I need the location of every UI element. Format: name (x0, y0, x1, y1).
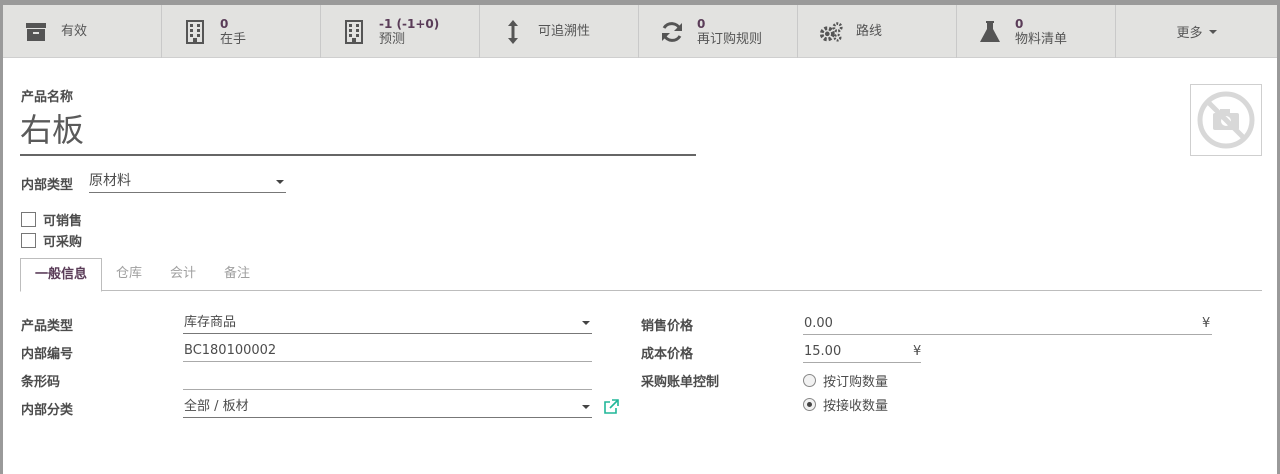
refresh-icon (659, 19, 685, 45)
archive-icon (23, 19, 49, 45)
reorder-count: 0 (697, 16, 706, 31)
traceability-button[interactable]: 可追溯性 (480, 5, 639, 58)
vertical-arrows-icon (500, 19, 526, 45)
active-button[interactable]: 有效 (3, 5, 162, 58)
internal-type-value: 原材料 (89, 173, 131, 189)
on-hand-count: 0 (220, 16, 229, 31)
routes-button[interactable]: 路线 (798, 5, 957, 58)
notebook-tabs: 一般信息 仓库 会计 备注 (20, 258, 1262, 292)
routes-label: 路线 (856, 23, 883, 39)
can-be-sold-label: 可销售 (43, 214, 83, 229)
more-button[interactable]: 更多 (1116, 5, 1277, 58)
sale-price-label: 销售价格 (641, 319, 694, 334)
can-be-purchased-label: 可采购 (43, 235, 83, 250)
bill-control-label: 采购账单控制 (641, 375, 720, 390)
product-name-input[interactable]: 右板 (20, 106, 696, 156)
internal-ref-input[interactable]: BC180100002 (183, 340, 592, 362)
sale-price-currency: ¥ (1202, 316, 1211, 331)
category-value: 全部 / 板材 (184, 399, 249, 414)
bom-label: 物料清单 (1015, 31, 1068, 47)
building-icon (341, 19, 367, 45)
bill-control-option-ordered[interactable]: 按订购数量 (803, 371, 888, 390)
internal-type-select[interactable]: 原材料 (89, 171, 286, 193)
radio-ordered[interactable] (803, 374, 816, 387)
bom-button[interactable]: 0 物料清单 (957, 5, 1116, 58)
barcode-label: 条形码 (21, 375, 61, 390)
forecast-button[interactable]: -1 (-1+0) 预测 (321, 5, 480, 58)
active-label: 有效 (61, 23, 88, 39)
tab-warehouse[interactable]: 仓库 (102, 258, 156, 290)
forecast-label: 预测 (379, 31, 406, 47)
tab-accounting[interactable]: 会计 (156, 258, 210, 290)
can-be-sold-row: 可销售 (21, 210, 82, 229)
on-hand-button[interactable]: 0 在手 (162, 5, 321, 58)
bom-count: 0 (1015, 16, 1024, 31)
product-type-select[interactable]: 库存商品 (183, 312, 592, 334)
sale-price-value: 0.00 (804, 316, 833, 331)
dropdown-arrow-icon (582, 405, 590, 409)
category-label: 内部分类 (21, 403, 74, 418)
barcode-input[interactable] (183, 368, 592, 390)
caret-down-icon (1208, 29, 1217, 34)
cost-currency: ¥ (913, 344, 922, 359)
forecast-count: -1 (-1+0) (379, 16, 440, 31)
category-select[interactable]: 全部 / 板材 (183, 396, 592, 418)
product-name-label: 产品名称 (21, 90, 74, 105)
dropdown-arrow-icon (276, 180, 284, 184)
reorder-label: 再订购规则 (697, 31, 763, 47)
tab-general-info[interactable]: 一般信息 (20, 258, 103, 292)
dropdown-arrow-icon (582, 321, 590, 325)
tab-notes[interactable]: 备注 (210, 258, 264, 290)
product-type-value: 库存商品 (184, 315, 237, 330)
cost-input[interactable]: 15.00 (803, 341, 921, 363)
can-be-sold-checkbox[interactable] (21, 212, 36, 227)
radio-ordered-label: 按订购数量 (823, 375, 889, 390)
building-icon (182, 19, 208, 45)
flask-icon (977, 19, 1003, 45)
internal-type-label: 内部类型 (21, 178, 74, 193)
no-camera-icon (1197, 91, 1255, 149)
can-be-purchased-row: 可采购 (21, 231, 82, 250)
can-be-purchased-checkbox[interactable] (21, 233, 36, 248)
on-hand-label: 在手 (220, 31, 247, 47)
bill-control-option-received[interactable]: 按接收数量 (803, 395, 888, 414)
internal-ref-label: 内部编号 (21, 347, 74, 362)
radio-received-label: 按接收数量 (823, 399, 889, 414)
sale-price-input[interactable]: 0.00 (803, 313, 1212, 335)
cost-value: 15.00 (804, 344, 842, 359)
smart-button-bar: 有效 0 在手 -1 (-1+0) 预测 可追溯性 0 再订购规则 路线 0 物… (3, 5, 1277, 58)
traceability-label: 可追溯性 (538, 23, 591, 39)
reorder-rules-button[interactable]: 0 再订购规则 (639, 5, 798, 58)
external-link-icon[interactable] (603, 399, 619, 415)
cost-label: 成本价格 (641, 347, 694, 362)
gears-icon (818, 19, 844, 45)
product-image[interactable] (1190, 84, 1262, 156)
radio-received[interactable] (803, 398, 816, 411)
more-label: 更多 (1176, 26, 1203, 41)
product-type-label: 产品类型 (21, 319, 74, 334)
